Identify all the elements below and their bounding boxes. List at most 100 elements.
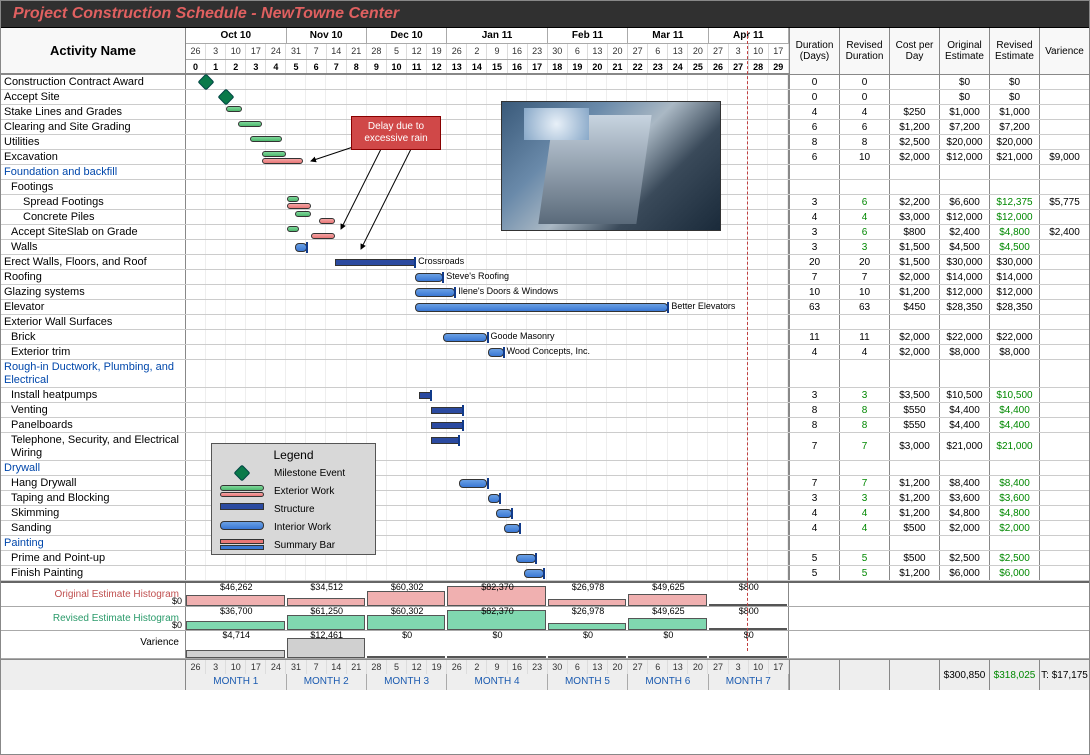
activity-name: Glazing systems bbox=[1, 285, 186, 299]
gantt-cell: Goode Masonry bbox=[186, 330, 789, 344]
gantt-cell bbox=[186, 566, 789, 580]
activity-name: Taping and Blocking bbox=[1, 491, 186, 505]
task-row[interactable]: Painting bbox=[1, 536, 1089, 551]
activity-name: Accept Site bbox=[1, 90, 186, 104]
activity-name: Telephone, Security, and Electrical Wiri… bbox=[1, 433, 186, 460]
activity-name: Painting bbox=[1, 536, 186, 550]
gantt-cell: Steve's Roofing bbox=[186, 270, 789, 284]
activity-name: Stake Lines and Grades bbox=[1, 105, 186, 119]
bar-label: Better Elevators bbox=[671, 301, 735, 311]
bar-label: Steve's Roofing bbox=[446, 271, 509, 281]
task-row[interactable]: Walls33$1,500$4,500$4,500 bbox=[1, 240, 1089, 255]
total-oe: $300,850 bbox=[939, 660, 989, 690]
activity-name: Venting bbox=[1, 403, 186, 417]
bar-label: Crossroads bbox=[418, 256, 464, 266]
gantt-cell: Crossroads bbox=[186, 255, 789, 269]
task-row[interactable]: Exterior trimWood Concepts, Inc.44$2,000… bbox=[1, 345, 1089, 360]
activity-name: Construction Contract Award bbox=[1, 75, 186, 89]
task-row[interactable]: Hang Drywall77$1,200$8,400$8,400 bbox=[1, 476, 1089, 491]
activity-name: Spread Footings bbox=[1, 195, 186, 209]
col-re: Revised Estimate bbox=[989, 28, 1039, 74]
footer: 2631017243171421285121926291623306132027… bbox=[1, 659, 1089, 690]
col-duration: Duration (Days) bbox=[789, 28, 839, 74]
task-row[interactable]: Rough-in Ductwork, Plumbing, and Electri… bbox=[1, 360, 1089, 388]
activity-name: Brick bbox=[1, 330, 186, 344]
task-row[interactable]: BrickGoode Masonry1111$2,000$22,000$22,0… bbox=[1, 330, 1089, 345]
task-row[interactable]: Taping and Blocking33$1,200$3,600$3,600 bbox=[1, 491, 1089, 506]
legend-interior: Interior Work bbox=[274, 522, 331, 533]
legend-summary: Summary Bar bbox=[274, 540, 335, 551]
activity-name: Footings bbox=[1, 180, 186, 194]
activity-name: Concrete Piles bbox=[1, 210, 186, 224]
task-row[interactable]: ElevatorBetter Elevators6363$450$28,350$… bbox=[1, 300, 1089, 315]
bar-label: Goode Masonry bbox=[491, 331, 555, 341]
activity-header: Activity Name bbox=[1, 28, 186, 74]
gantt-app: Project Construction Schedule - NewTowne… bbox=[0, 0, 1090, 755]
month-header: Dec 10 bbox=[367, 28, 447, 44]
task-row[interactable]: Glazing systemsIlene's Doors & Windows10… bbox=[1, 285, 1089, 300]
task-row[interactable]: Erect Walls, Floors, and RoofCrossroads2… bbox=[1, 255, 1089, 270]
task-row[interactable]: Construction Contract Award00$0$0 bbox=[1, 75, 1089, 90]
histo-label-orig: Original Estimate Histogram bbox=[1, 583, 186, 606]
activity-name: Utilities bbox=[1, 135, 186, 149]
delay-note: Delay due to excessive rain bbox=[351, 116, 441, 150]
task-row[interactable]: Telephone, Security, and Electrical Wiri… bbox=[1, 433, 1089, 461]
legend: Legend Milestone Event Exterior Work Str… bbox=[211, 443, 376, 555]
activity-name: Rough-in Ductwork, Plumbing, and Electri… bbox=[1, 360, 186, 387]
histo-var: $4,714$12,461$0$0$0$0$0 bbox=[186, 631, 789, 658]
task-row[interactable]: Install heatpumps33$3,500$10,500$10,500 bbox=[1, 388, 1089, 403]
task-row[interactable]: Panelboards88$550$4,400$4,400 bbox=[1, 418, 1089, 433]
activity-name: Skimming bbox=[1, 506, 186, 520]
legend-title: Legend bbox=[212, 444, 375, 464]
legend-milestone: Milestone Event bbox=[274, 468, 345, 479]
header-row: Activity Name Oct 10Nov 10Dec 10Jan 11Fe… bbox=[1, 28, 1089, 75]
activity-name: Erect Walls, Floors, and Roof bbox=[1, 255, 186, 269]
task-row[interactable]: Finish Painting55$1,200$6,000$6,000 bbox=[1, 566, 1089, 581]
month-header: Jan 11 bbox=[447, 28, 548, 44]
data-col-headers: Duration (Days) Revised Duration Cost pe… bbox=[789, 28, 1089, 74]
bar-label: Wood Concepts, Inc. bbox=[507, 346, 590, 356]
task-row[interactable]: Venting88$550$4,400$4,400 bbox=[1, 403, 1089, 418]
month-header: Mar 11 bbox=[628, 28, 708, 44]
task-row[interactable]: Exterior Wall Surfaces bbox=[1, 315, 1089, 330]
activity-name: Roofing bbox=[1, 270, 186, 284]
total-var: T: $17,175 bbox=[1039, 660, 1089, 690]
col-rev-duration: Revised Duration bbox=[839, 28, 889, 74]
activity-name: Panelboards bbox=[1, 418, 186, 432]
activity-name: Hang Drywall bbox=[1, 476, 186, 490]
task-row[interactable]: Skimming44$1,200$4,800$4,800 bbox=[1, 506, 1089, 521]
gantt-cell bbox=[186, 315, 789, 329]
task-row[interactable]: Drywall bbox=[1, 461, 1089, 476]
month-header: Apr 11 bbox=[709, 28, 789, 44]
timescale: Oct 10Nov 10Dec 10Jan 11Feb 11Mar 11Apr … bbox=[186, 28, 789, 74]
gantt-cell bbox=[186, 360, 789, 387]
activity-name: Elevator bbox=[1, 300, 186, 314]
activity-name: Drywall bbox=[1, 461, 186, 475]
col-cpd: Cost per Day bbox=[889, 28, 939, 74]
month-header: Oct 10 bbox=[186, 28, 287, 44]
task-row[interactable]: RoofingSteve's Roofing77$2,000$14,000$14… bbox=[1, 270, 1089, 285]
activity-name: Sanding bbox=[1, 521, 186, 535]
gantt-cell bbox=[186, 240, 789, 254]
gantt-cell bbox=[186, 418, 789, 432]
gantt-cell: Better Elevators bbox=[186, 300, 789, 314]
activity-name: Finish Painting bbox=[1, 566, 186, 580]
activity-name: Accept SiteSlab on Grade bbox=[1, 225, 186, 239]
activity-name: Exterior trim bbox=[1, 345, 186, 359]
gantt-cell bbox=[186, 75, 789, 89]
activity-name: Exterior Wall Surfaces bbox=[1, 315, 186, 329]
histo-orig: $0$46,262$34,512$60,302$82,370$26,978$49… bbox=[186, 583, 789, 606]
task-row[interactable]: Prime and Point-up55$500$2,500$2,500 bbox=[1, 551, 1089, 566]
activity-name: Install heatpumps bbox=[1, 388, 186, 402]
status-line bbox=[747, 31, 748, 651]
col-var: Varience bbox=[1039, 28, 1089, 74]
col-oe: Original Estimate bbox=[939, 28, 989, 74]
gantt-cell: Wood Concepts, Inc. bbox=[186, 345, 789, 359]
histo-rev: $0$36,700$61,250$60,302$82,370$26,978$49… bbox=[186, 607, 789, 630]
histo-label-var: Varience bbox=[1, 631, 186, 658]
page-title: Project Construction Schedule - NewTowne… bbox=[1, 1, 1089, 28]
gantt-cell bbox=[186, 388, 789, 402]
activity-name: Walls bbox=[1, 240, 186, 254]
task-row[interactable]: Sanding44$500$2,000$2,000 bbox=[1, 521, 1089, 536]
bar-label: Ilene's Doors & Windows bbox=[458, 286, 558, 296]
